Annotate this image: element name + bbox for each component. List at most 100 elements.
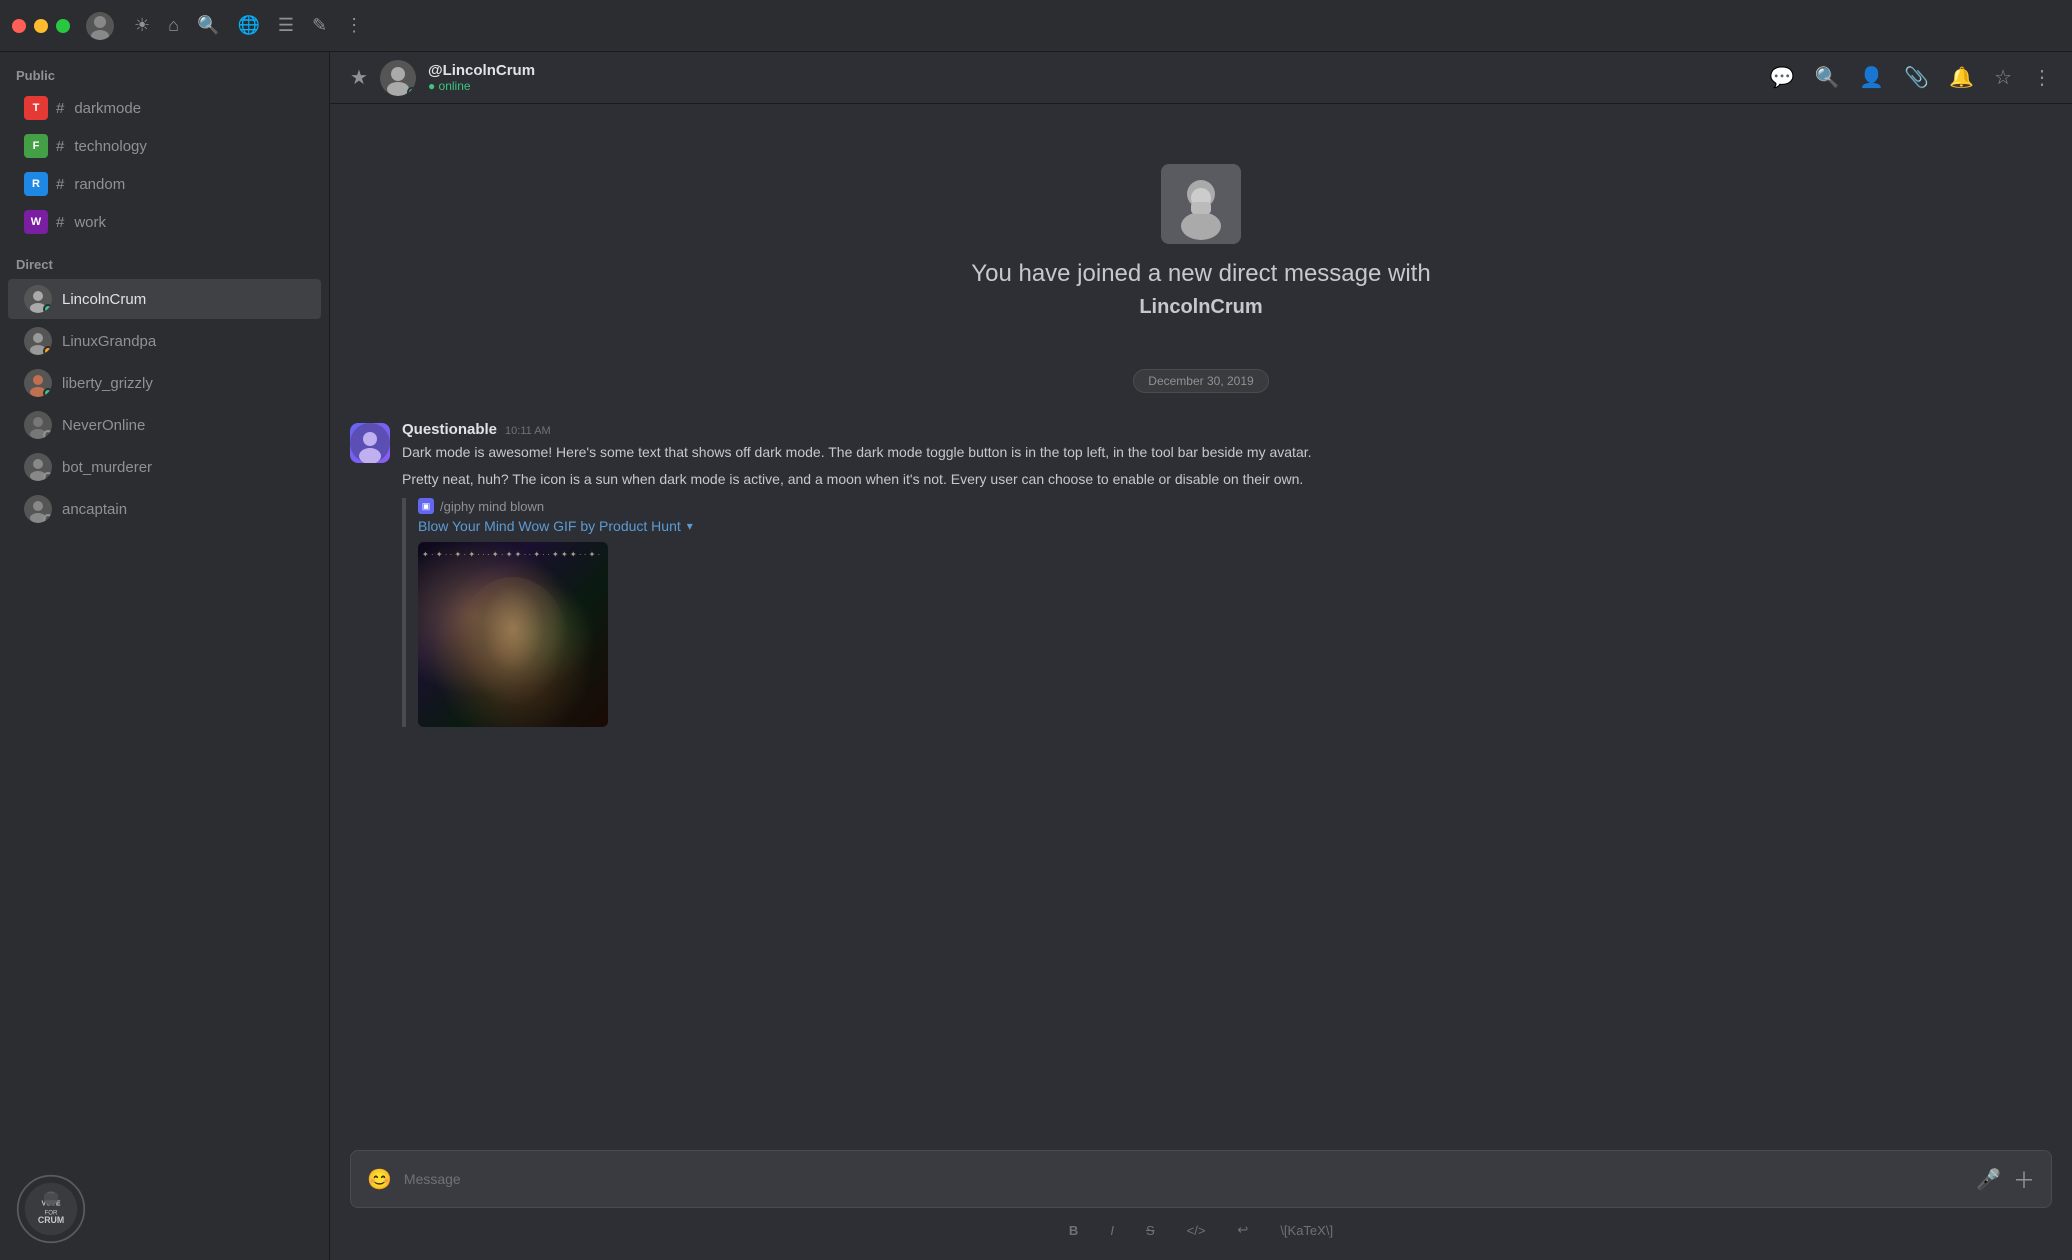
sidebar-item-random[interactable]: R # random	[8, 166, 321, 202]
giphy-link-text[interactable]: Blow Your Mind Wow GIF by Product Hunt	[418, 518, 681, 534]
members-icon[interactable]: 👤	[1859, 65, 1884, 90]
status-online-dot	[43, 304, 52, 313]
giphy-attachment: ▣ /giphy mind blown Blow Your Mind Wow G…	[402, 498, 2052, 727]
sidebar-item-darkmode[interactable]: T # darkmode	[8, 90, 321, 126]
chat-header-left: ★ @LincolnCrum ● online	[350, 60, 535, 96]
giphy-command: ▣ /giphy mind blown	[418, 498, 2052, 514]
dm-label-liberty-grizzly: liberty_grizzly	[62, 375, 153, 392]
date-separator: December 30, 2019	[350, 369, 2052, 393]
giphy-link[interactable]: Blow Your Mind Wow GIF by Product Hunt ▾	[418, 518, 2052, 534]
titlebar: ☀ ⌂ 🔍 🌐 ☰ ✎ ⋮	[0, 0, 2072, 52]
strikethrough-button[interactable]: S	[1140, 1221, 1161, 1240]
sidebar-item-ancaptain[interactable]: ancaptain	[8, 489, 321, 529]
hash-icon: #	[56, 214, 64, 231]
add-button[interactable]: ＋	[2013, 1163, 2035, 1195]
dropdown-arrow-icon[interactable]: ▾	[687, 519, 693, 533]
dm-avatar-bot-murderer	[24, 453, 52, 481]
list-icon[interactable]: ☰	[278, 15, 294, 36]
dm-avatar-lincolncrum	[24, 285, 52, 313]
welcome-avatar	[1161, 164, 1241, 244]
quote-button[interactable]: ↩	[1231, 1220, 1254, 1240]
mic-button[interactable]: 🎤	[1976, 1167, 2001, 1192]
welcome-section: You have joined a new direct message wit…	[350, 104, 2052, 349]
edit-icon[interactable]: ✎	[312, 15, 327, 36]
sidebar-item-linuxgrandpa[interactable]: LinuxGrandpa	[8, 321, 321, 361]
message-author: Questionable	[402, 421, 497, 438]
chat-header-username: @LincolnCrum	[428, 62, 535, 79]
minimize-button[interactable]	[34, 19, 48, 33]
star-icon[interactable]: ★	[350, 65, 368, 90]
giphy-image	[418, 542, 608, 727]
status-offline-dot3	[43, 514, 52, 523]
home-icon[interactable]: ⌂	[168, 15, 179, 36]
giphy-image-inner	[418, 542, 608, 727]
channel-label-technology: technology	[74, 138, 147, 155]
sidebar-item-technology[interactable]: F # technology	[8, 128, 321, 164]
close-button[interactable]	[12, 19, 26, 33]
welcome-text: You have joined a new direct message wit…	[971, 260, 1430, 288]
hash-icon: #	[56, 138, 64, 155]
channel-label-darkmode: darkmode	[74, 100, 141, 117]
message: Questionable 10:11 AM Dark mode is aweso…	[350, 413, 2052, 735]
giphy-command-text: /giphy mind blown	[440, 499, 544, 514]
attachment-icon[interactable]: 📎	[1904, 65, 1929, 90]
more-icon[interactable]: ⋮	[345, 15, 363, 36]
kebab-icon[interactable]: ⋮	[2032, 65, 2052, 90]
status-offline-dot	[43, 430, 52, 439]
dm-label-linuxgrandpa: LinuxGrandpa	[62, 333, 156, 350]
giphy-icon: ▣	[418, 498, 434, 514]
header-status-dot	[407, 87, 416, 96]
sidebar-item-neveronline[interactable]: NeverOnline	[8, 405, 321, 445]
notifications-icon[interactable]: 🔔	[1949, 65, 1974, 90]
threads-icon[interactable]: 💬	[1770, 65, 1795, 90]
sun-icon[interactable]: ☀	[134, 15, 150, 36]
status-away-dot	[43, 346, 52, 355]
bold-button[interactable]: B	[1063, 1221, 1084, 1240]
chat-header-info: @LincolnCrum ● online	[428, 62, 535, 93]
emoji-button[interactable]: 😊	[367, 1167, 392, 1192]
status-offline-dot2	[43, 472, 52, 481]
message-input[interactable]	[404, 1171, 1964, 1187]
search-icon[interactable]: 🔍	[197, 15, 219, 36]
channel-label-work: work	[74, 214, 106, 231]
search-icon[interactable]: 🔍	[1814, 65, 1839, 90]
channel-icon-technology: F	[24, 134, 48, 158]
globe-icon[interactable]: 🌐	[237, 15, 259, 36]
hash-icon: #	[56, 176, 64, 193]
direct-section-label: Direct	[0, 241, 329, 278]
chat-input-box: 😊 🎤 ＋	[350, 1150, 2052, 1208]
italic-button[interactable]: I	[1104, 1221, 1120, 1240]
katex-button[interactable]: \[KaTeX\]	[1274, 1221, 1339, 1240]
maximize-button[interactable]	[56, 19, 70, 33]
svg-text:CRUM: CRUM	[38, 1215, 64, 1225]
channel-icon-darkmode: T	[24, 96, 48, 120]
message-text-1: Dark mode is awesome! Here's some text t…	[402, 442, 2052, 463]
channel-icon-work: W	[24, 210, 48, 234]
status-online-dot2	[43, 388, 52, 397]
hash-icon: #	[56, 100, 64, 117]
sidebar-item-liberty-grizzly[interactable]: liberty_grizzly	[8, 363, 321, 403]
user-avatar[interactable]	[86, 12, 114, 40]
message-avatar	[350, 423, 390, 463]
traffic-lights	[12, 19, 70, 33]
sidebar-item-lincolncrum[interactable]: LincolnCrum	[8, 279, 321, 319]
channel-label-random: random	[74, 176, 125, 193]
chat-header-right: 💬 🔍 👤 📎 🔔 ☆ ⋮	[1770, 65, 2052, 90]
brand-logo: VOTE FOR CRUM	[16, 1174, 86, 1244]
star-channel-icon[interactable]: ☆	[1994, 65, 2012, 90]
dm-label-bot-murderer: bot_murderer	[62, 459, 152, 476]
dm-avatar-liberty-grizzly	[24, 369, 52, 397]
titlebar-icons: ☀ ⌂ 🔍 🌐 ☰ ✎ ⋮	[134, 15, 363, 36]
main-layout: Public T # darkmode F # technology R # r…	[0, 52, 2072, 1260]
dm-label-neveronline: NeverOnline	[62, 417, 145, 434]
welcome-username: LincolnCrum	[1139, 296, 1262, 319]
public-section-label: Public	[0, 52, 329, 89]
dm-label-lincolncrum: LincolnCrum	[62, 291, 146, 308]
channel-icon-random: R	[24, 172, 48, 196]
sidebar-item-work[interactable]: W # work	[8, 204, 321, 240]
sidebar-item-bot-murderer[interactable]: bot_murderer	[8, 447, 321, 487]
message-content: Questionable 10:11 AM Dark mode is aweso…	[402, 421, 2052, 727]
messages-area[interactable]: You have joined a new direct message wit…	[330, 104, 2072, 1134]
sidebar: Public T # darkmode F # technology R # r…	[0, 52, 330, 1260]
code-button[interactable]: </>	[1181, 1221, 1212, 1240]
